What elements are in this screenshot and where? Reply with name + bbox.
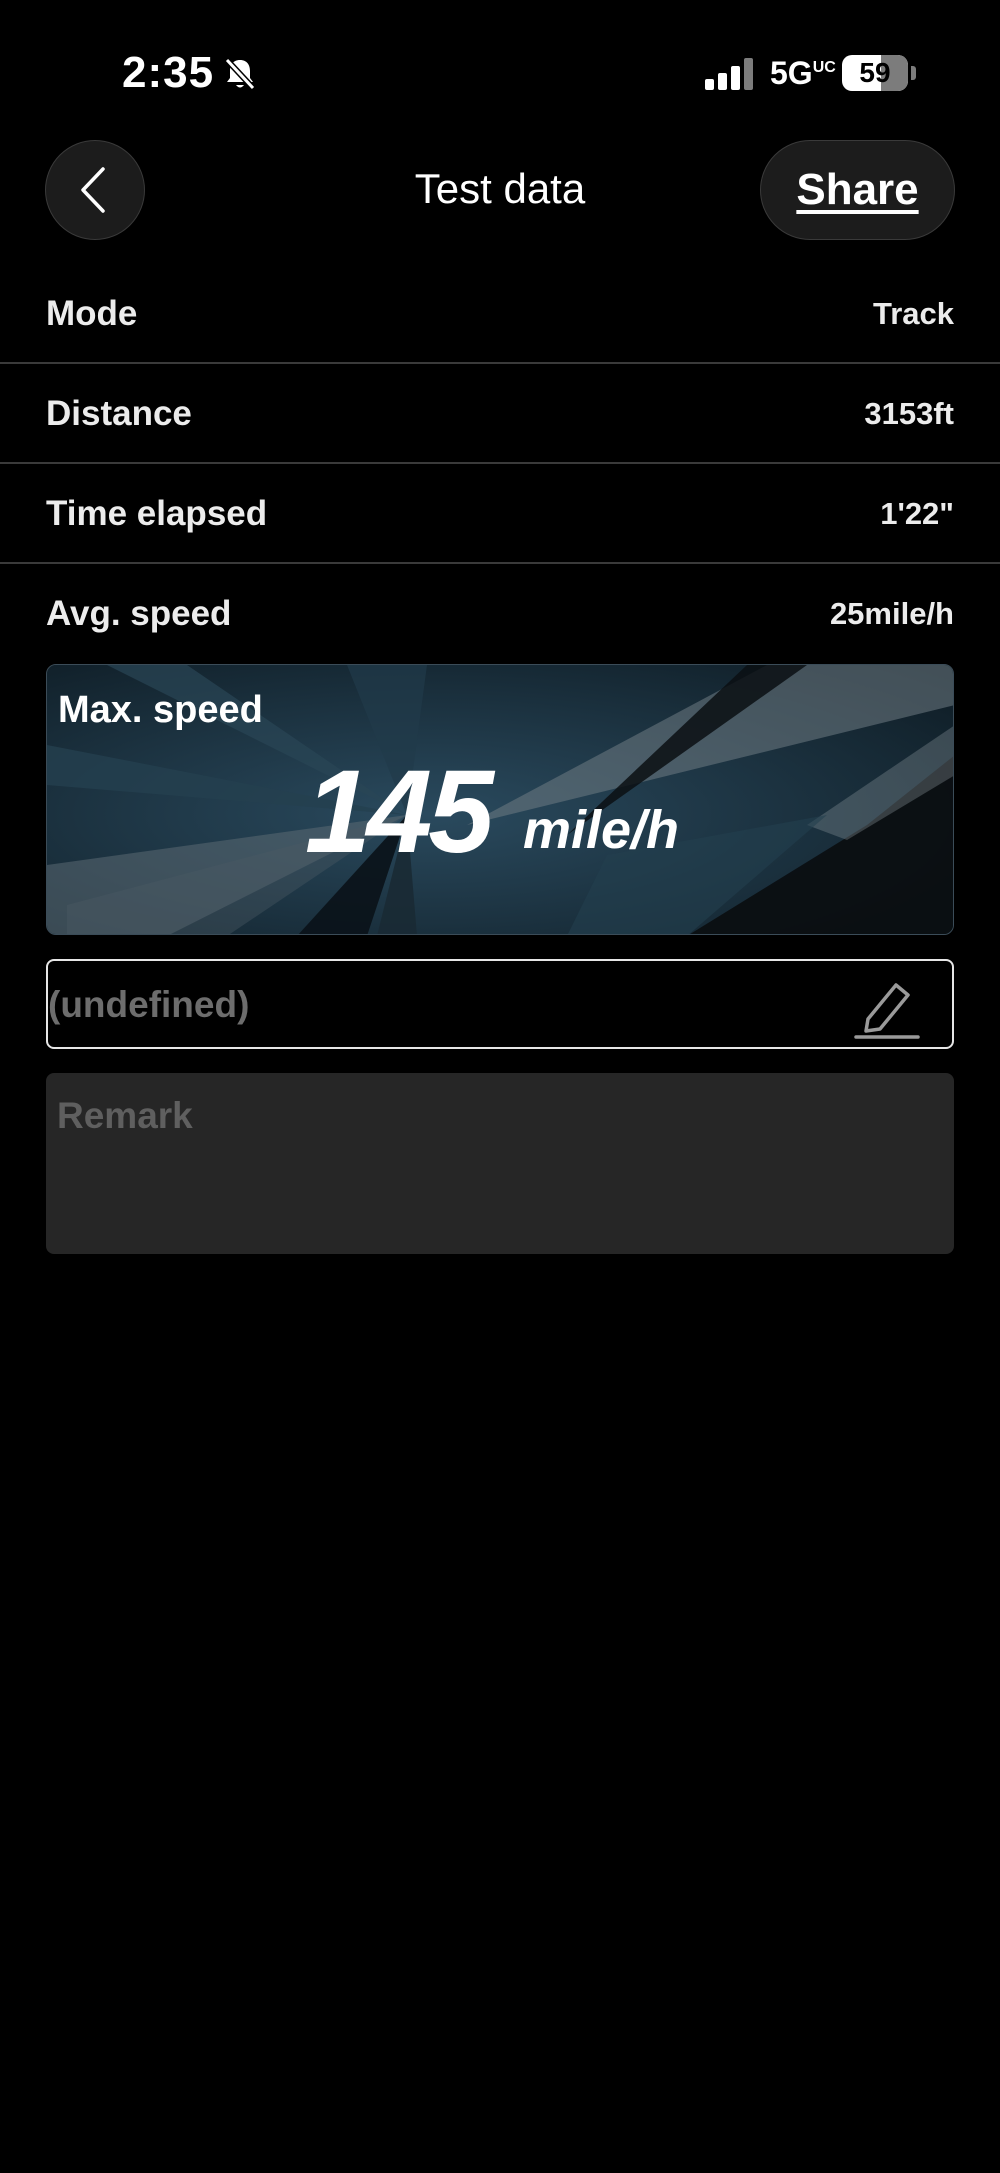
max-speed-unit: mile/h [523, 800, 680, 860]
record-name-placeholder: (undefined) [48, 984, 250, 1025]
share-button[interactable]: Share [760, 140, 955, 240]
max-speed-value: 145 [305, 746, 494, 878]
status-time: 2:35 [122, 48, 215, 97]
row-avg-speed: Avg. speed 25mile/h [0, 564, 1000, 664]
row-label: Mode [46, 294, 138, 333]
battery-icon: 59 [842, 55, 908, 91]
row-distance: Distance 3153ft [0, 364, 1000, 464]
max-speed-label: Max. speed [58, 689, 263, 731]
pencil-edit-icon[interactable] [852, 971, 922, 1041]
silent-bell-icon [222, 56, 258, 92]
test-data-screen: 2:35 5GUC 59 Test data Share Mode Track … [0, 0, 1000, 2173]
max-speed-card: Max. speed 145 mile/h [46, 664, 954, 935]
row-mode: Mode Track [0, 264, 1000, 364]
row-label: Distance [46, 394, 192, 433]
network-type: 5GUC [770, 55, 836, 91]
status-bar: 2:35 5GUC 59 [0, 0, 1000, 140]
row-value: 25mile/h [829, 596, 954, 631]
cellular-signal-icon [705, 58, 755, 90]
battery-percent: 59 [859, 57, 891, 88]
row-time-elapsed: Time elapsed 1'22" [0, 464, 1000, 564]
battery-nub [911, 66, 916, 80]
row-value: 1'22" [880, 496, 954, 531]
row-label: Time elapsed [46, 494, 268, 533]
row-value: 3153ft [864, 396, 954, 431]
record-name-field[interactable]: (undefined) [46, 959, 954, 1049]
remark-placeholder: Remark [57, 1095, 193, 1136]
remark-textarea[interactable]: Remark [46, 1073, 954, 1254]
row-value: Track [872, 296, 954, 331]
row-label: Avg. speed [46, 594, 232, 633]
